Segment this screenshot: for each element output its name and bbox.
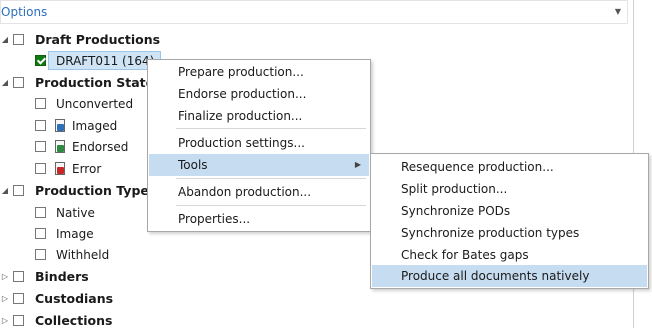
- collapsed-caret-icon[interactable]: ▷: [0, 267, 10, 287]
- tree-label: Native: [56, 206, 95, 220]
- tools-submenu: Resequence production... Split productio…: [370, 153, 649, 289]
- menu-item-production-settings[interactable]: Production settings...: [149, 132, 369, 154]
- tree-node-collections[interactable]: ▷ Collections: [0, 311, 140, 331]
- menu-separator: [176, 178, 366, 179]
- checkbox[interactable]: [35, 249, 46, 260]
- collapsed-caret-icon[interactable]: ▷: [0, 311, 10, 331]
- checkbox[interactable]: [13, 271, 24, 282]
- tree-label: Draft Productions: [35, 32, 161, 47]
- error-document-icon: [55, 162, 65, 175]
- checkbox[interactable]: [13, 293, 24, 304]
- submenu-item-check-bates-gaps[interactable]: Check for Bates gaps: [372, 244, 647, 266]
- tree-node-production-state[interactable]: ◢ Production State: [0, 73, 160, 93]
- tree-label: Endorsed: [72, 140, 129, 154]
- tree-node-unconverted[interactable]: Unconverted: [0, 94, 160, 114]
- checkbox[interactable]: [35, 141, 46, 152]
- options-label: Options: [1, 5, 48, 19]
- menu-item-finalize-production[interactable]: Finalize production...: [149, 105, 369, 127]
- expanded-caret-icon[interactable]: ◢: [0, 73, 10, 93]
- expanded-caret-icon[interactable]: ◢: [0, 181, 10, 201]
- menu-item-abandon-production[interactable]: Abandon production...: [149, 181, 369, 203]
- tree-label: Collections: [35, 313, 113, 328]
- tree-node-custodians[interactable]: ▷ Custodians: [0, 289, 140, 309]
- tree-node-draft-productions[interactable]: ◢ Draft Productions: [0, 30, 200, 50]
- menu-separator: [176, 205, 366, 206]
- menu-item-tools[interactable]: Tools ▶: [149, 154, 369, 176]
- checkbox[interactable]: [35, 120, 46, 131]
- options-dropdown[interactable]: Options ▼: [0, 0, 628, 24]
- menu-item-endorse-production[interactable]: Endorse production...: [149, 83, 369, 105]
- submenu-item-produce-natively[interactable]: Produce all documents natively: [372, 265, 647, 287]
- collapsed-caret-icon[interactable]: ▷: [0, 289, 10, 309]
- tree-node-binders[interactable]: ▷ Binders: [0, 267, 140, 287]
- tree-label: Custodians: [35, 291, 114, 306]
- tree-node-production-type[interactable]: ◢ Production Type: [0, 181, 160, 201]
- checkbox[interactable]: [35, 228, 46, 239]
- tree-node-image[interactable]: Image: [0, 224, 140, 244]
- tree-label: Image: [56, 227, 94, 241]
- menu-item-prepare-production[interactable]: Prepare production...: [149, 61, 369, 83]
- tree-label: Production Type: [35, 183, 149, 198]
- checkbox[interactable]: [35, 98, 46, 109]
- tree-label: Imaged: [72, 119, 118, 133]
- tree-label: Binders: [35, 269, 89, 284]
- menu-item-properties[interactable]: Properties...: [149, 208, 369, 230]
- tree-label: Production State: [35, 75, 155, 90]
- tree-label: Error: [72, 162, 102, 176]
- checkbox[interactable]: [13, 185, 24, 196]
- tree-node-error[interactable]: Error: [0, 159, 160, 179]
- menu-separator: [176, 128, 366, 129]
- imaged-document-icon: [55, 119, 65, 132]
- checkbox[interactable]: [13, 315, 24, 326]
- expanded-caret-icon[interactable]: ◢: [0, 30, 10, 50]
- tree-node-draft011[interactable]: DRAFT011 (164): [0, 51, 170, 71]
- checked-checkbox[interactable]: [35, 55, 46, 66]
- tree-node-withheld[interactable]: Withheld: [0, 245, 140, 265]
- chevron-down-icon[interactable]: ▼: [615, 7, 621, 16]
- tree-node-endorsed[interactable]: Endorsed: [0, 137, 160, 157]
- checkbox[interactable]: [35, 163, 46, 174]
- submenu-item-synchronize-pods[interactable]: Synchronize PODs: [372, 200, 647, 222]
- submenu-item-resequence[interactable]: Resequence production...: [372, 156, 647, 178]
- tree-label: Withheld: [56, 248, 110, 262]
- tree-label: Unconverted: [56, 97, 134, 111]
- endorsed-document-icon: [55, 140, 65, 153]
- tree-node-native[interactable]: Native: [0, 203, 140, 223]
- menu-item-label: Tools: [178, 158, 208, 172]
- context-menu: Prepare production... Endorse production…: [147, 59, 371, 232]
- tree-node-imaged[interactable]: Imaged: [0, 116, 160, 136]
- submenu-item-synchronize-types[interactable]: Synchronize production types: [372, 222, 647, 244]
- checkbox[interactable]: [13, 34, 24, 45]
- submenu-arrow-icon: ▶: [354, 160, 361, 169]
- tree-label: DRAFT011 (164): [56, 54, 155, 68]
- checkbox[interactable]: [35, 207, 46, 218]
- checkbox[interactable]: [13, 77, 24, 88]
- submenu-item-split[interactable]: Split production...: [372, 178, 647, 200]
